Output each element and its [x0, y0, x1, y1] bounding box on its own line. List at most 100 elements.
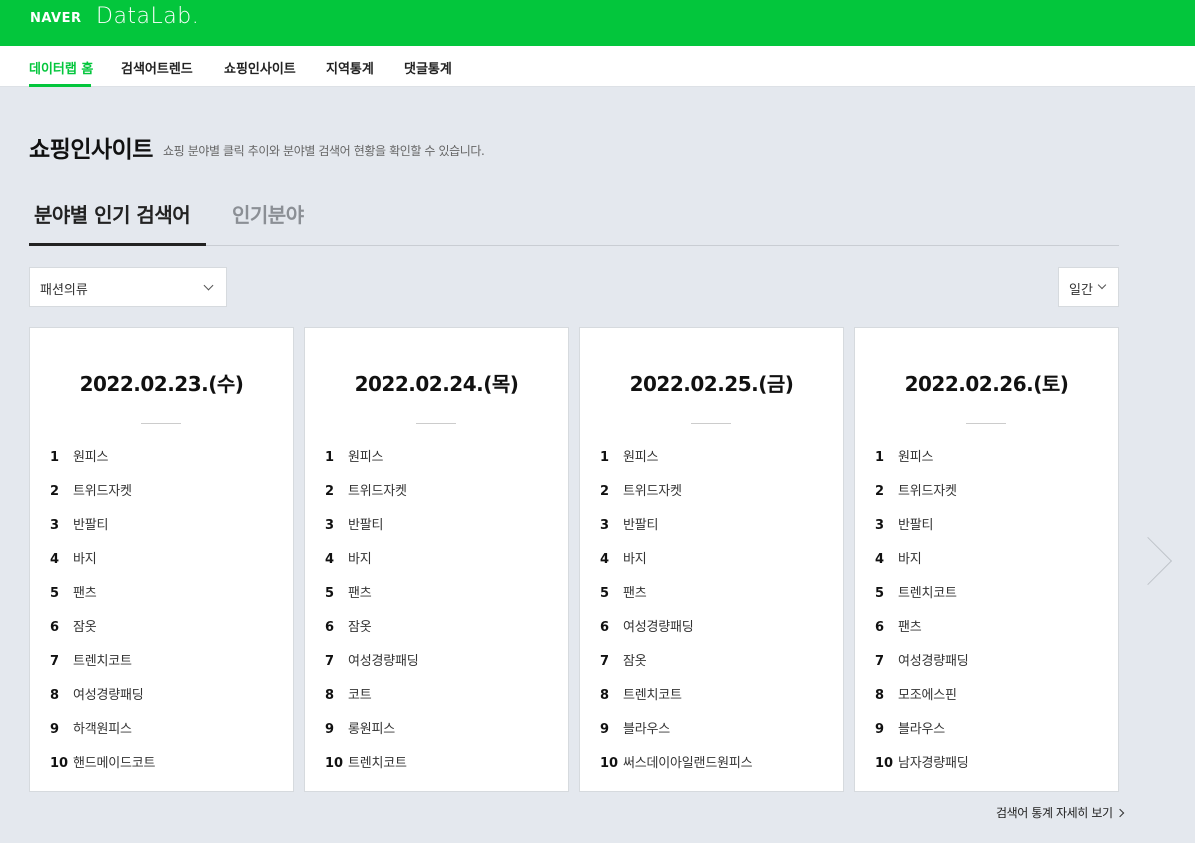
rank-item[interactable]: 9 롱원피스	[325, 718, 419, 752]
rank-item[interactable]: 2 트위드자켓	[600, 480, 752, 514]
nav-item-regional-stats[interactable]: 지역통계	[326, 58, 374, 77]
rank-item[interactable]: 4 바지	[600, 548, 752, 582]
rank-item[interactable]: 4 바지	[50, 548, 155, 582]
rank-keyword: 반팔티	[348, 518, 384, 533]
rank-item[interactable]: 10 핸드메이드코트	[50, 752, 156, 786]
rank-item[interactable]: 7 트렌치코트	[50, 650, 155, 684]
rank-item[interactable]: 8 트렌치코트	[600, 684, 752, 718]
rank-keyword: 트렌치코트	[898, 586, 957, 601]
rank-keyword: 써스데이아일랜드원피스	[623, 756, 753, 771]
rank-item[interactable]: 9 블라우스	[875, 718, 969, 752]
card-divider	[691, 423, 731, 424]
more-stats-label: 검색어 통계 자세히 보기	[996, 806, 1113, 820]
rank-number: 10	[875, 756, 894, 771]
naver-logo[interactable]: NAVER	[30, 11, 82, 26]
nav-item-search-trend[interactable]: 검색어트렌드	[121, 58, 193, 77]
rank-item[interactable]: 1 원피스	[50, 446, 155, 480]
rank-item[interactable]: 7 잠옷	[600, 650, 752, 684]
rank-keyword: 원피스	[348, 450, 384, 465]
chevron-down-icon	[203, 280, 214, 291]
ranking-card: 2022.02.23.(수) 1 원피스 2 트위드자켓 3 반팔티 4 바지 5 팬츠 6 잠옷 7 트렌…	[29, 327, 294, 792]
rank-keyword: 여성경량패딩	[898, 654, 969, 669]
rank-keyword: 반팔티	[73, 518, 109, 533]
rank-item[interactable]: 8 여성경량패딩	[50, 684, 155, 718]
rank-item[interactable]: 10 써스데이아일랜드원피스	[600, 752, 753, 786]
rank-keyword: 원피스	[623, 450, 659, 465]
rank-item[interactable]: 1 원피스	[325, 446, 419, 480]
rank-item[interactable]: 2 트위드자켓	[50, 480, 155, 514]
rank-item[interactable]: 1 원피스	[600, 446, 752, 480]
rank-item[interactable]: 8 코트	[325, 684, 419, 718]
rank-number: 10	[50, 756, 69, 771]
tab-active-indicator	[29, 243, 206, 246]
rank-item[interactable]: 8 모조에스핀	[875, 684, 969, 718]
rank-item[interactable]: 9 블라우스	[600, 718, 752, 752]
rank-number: 2	[875, 484, 885, 499]
period-select[interactable]: 일간	[1058, 267, 1119, 307]
tab-popular-keywords[interactable]: 분야별 인기 검색어	[34, 199, 191, 228]
rank-item[interactable]: 7 여성경량패딩	[875, 650, 969, 684]
rank-item[interactable]: 6 팬츠	[875, 616, 969, 650]
rank-number: 7	[50, 654, 60, 669]
rank-number: 5	[50, 586, 60, 601]
rank-keyword: 여성경량패딩	[348, 654, 419, 669]
rank-item[interactable]: 3 반팔티	[600, 514, 752, 548]
next-arrow-icon[interactable]	[1123, 536, 1173, 586]
rank-item[interactable]: 3 반팔티	[325, 514, 419, 548]
nav-item-datalab-home[interactable]: 데이터랩 홈	[29, 58, 93, 77]
rank-item[interactable]: 10 트렌치코트	[325, 752, 419, 786]
rank-item[interactable]: 2 트위드자켓	[875, 480, 969, 514]
rank-number: 4	[325, 552, 335, 567]
rank-keyword: 여성경량패딩	[623, 620, 694, 635]
card-date: 2022.02.25.(금)	[629, 372, 794, 396]
category-select[interactable]: 패션의류	[29, 267, 227, 307]
prev-arrow-icon[interactable]	[0, 536, 18, 586]
rank-item[interactable]: 3 반팔티	[50, 514, 155, 548]
card-divider	[416, 423, 456, 424]
rank-keyword: 팬츠	[623, 586, 647, 601]
rank-item[interactable]: 6 여성경량패딩	[600, 616, 752, 650]
rank-item[interactable]: 2 트위드자켓	[325, 480, 419, 514]
rank-keyword: 반팔티	[623, 518, 659, 533]
rank-list: 1 원피스 2 트위드자켓 3 반팔티 4 바지 5 팬츠 6 잠옷 7 트렌치코트 8 여성경량패딩 9 하객원…	[50, 446, 156, 786]
nav-item-shopping-insight[interactable]: 쇼핑인사이트	[224, 58, 296, 77]
rank-item[interactable]: 4 바지	[875, 548, 969, 582]
rank-keyword: 트위드자켓	[623, 484, 682, 499]
rank-number: 8	[875, 688, 885, 703]
rank-keyword: 하객원피스	[73, 722, 132, 737]
rank-keyword: 반팔티	[898, 518, 934, 533]
rank-keyword: 원피스	[73, 450, 109, 465]
card-divider	[141, 423, 181, 424]
rank-keyword: 트위드자켓	[348, 484, 407, 499]
rank-item[interactable]: 5 팬츠	[600, 582, 752, 616]
rank-item[interactable]: 3 반팔티	[875, 514, 969, 548]
rank-item[interactable]: 10 남자경량패딩	[875, 752, 969, 786]
rank-number: 7	[600, 654, 610, 669]
rank-number: 9	[50, 722, 60, 737]
rank-number: 9	[600, 722, 610, 737]
nav-item-comment-stats[interactable]: 댓글통계	[404, 58, 452, 77]
page-title: 쇼핑인사이트	[29, 137, 153, 163]
datalab-logo[interactable]: DataLab.	[96, 4, 199, 29]
rank-item[interactable]: 9 하객원피스	[50, 718, 155, 752]
card-date: 2022.02.23.(수)	[79, 372, 244, 396]
card-date: 2022.02.24.(목)	[354, 372, 519, 396]
rank-item[interactable]: 5 팬츠	[325, 582, 419, 616]
rank-item[interactable]: 5 트렌치코트	[875, 582, 969, 616]
rank-list: 1 원피스 2 트위드자켓 3 반팔티 4 바지 5 트렌치코트 6 팬츠 7 여성경량패딩 8 모조에스핀 9…	[875, 446, 969, 786]
tab-popular-categories[interactable]: 인기분야	[232, 199, 304, 228]
rank-item[interactable]: 6 잠옷	[325, 616, 419, 650]
rank-number: 5	[325, 586, 335, 601]
rank-item[interactable]: 7 여성경량패딩	[325, 650, 419, 684]
rank-keyword: 여성경량패딩	[73, 688, 144, 703]
card-divider	[966, 423, 1006, 424]
rank-keyword: 블라우스	[898, 722, 946, 737]
rank-item[interactable]: 1 원피스	[875, 446, 969, 480]
rank-item[interactable]: 6 잠옷	[50, 616, 155, 650]
more-stats-link[interactable]: 검색어 통계 자세히 보기	[996, 804, 1124, 821]
rank-item[interactable]: 5 팬츠	[50, 582, 155, 616]
rank-list: 1 원피스 2 트위드자켓 3 반팔티 4 바지 5 팬츠 6 여성경량패딩 7 잠옷 8 트렌치코트 9 블라우…	[600, 446, 753, 786]
rank-item[interactable]: 4 바지	[325, 548, 419, 582]
rank-number: 6	[325, 620, 335, 635]
rank-keyword: 트렌치코트	[73, 654, 132, 669]
